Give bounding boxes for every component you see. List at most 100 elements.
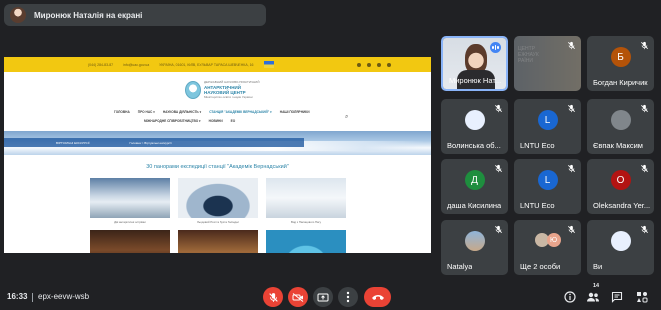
participant-name: Ще 2 особи	[520, 262, 561, 271]
flag-icon	[263, 61, 274, 68]
panorama-image	[90, 230, 170, 253]
participant-tile[interactable]: Ддаша Кисилина	[441, 159, 508, 214]
mic-off-icon	[641, 164, 648, 173]
shared-screen[interactable]: (044) 284-83-87 info@uac.gov.ua УКРАЇНА,…	[4, 57, 431, 253]
divider	[32, 293, 33, 302]
leave-call-button[interactable]	[364, 287, 391, 307]
mic-toggle-button[interactable]	[263, 287, 283, 307]
panorama-thumb	[90, 230, 170, 253]
more-vert-icon	[346, 291, 350, 303]
site-breadcrumb: ВІРТУАЛЬНІ ЕКСКУРСІЇ Головна > Віртуальн…	[4, 138, 304, 147]
panorama-image	[178, 230, 258, 253]
site-search-icon: ⌕	[345, 114, 349, 120]
speaking-indicator-icon	[490, 42, 501, 53]
site-address: УКРАЇНА, 01601, КИЇВ, БУЛЬВАР ТАРАСА ШЕВ…	[159, 62, 254, 67]
participant-tile[interactable]: L LNTU Eco	[514, 99, 581, 154]
mic-off-icon	[641, 104, 648, 113]
participant-name: Волинська об...	[447, 141, 501, 150]
participant-tile[interactable]: Ви	[587, 220, 654, 275]
panorama-thumb: Дві антарктичні острівки	[90, 178, 170, 227]
chat-button[interactable]	[609, 289, 625, 305]
site-nav-item: НАШІ ПОЛЯРНИКИ	[279, 110, 310, 114]
participant-avatar	[610, 110, 631, 130]
meeting-code: epx-eevw-wsb	[38, 292, 90, 301]
participant-name: даша Кисилина	[447, 201, 502, 210]
presenter-bar: Миронюк Наталія на екрані	[4, 4, 266, 26]
participant-name: LNTU Eco	[520, 141, 555, 150]
participant-name: Natalya	[447, 262, 473, 271]
participant-avatar: Ю	[546, 233, 561, 247]
more-options-button[interactable]	[338, 287, 358, 307]
panorama-caption: Льодовий Розі та бухта Галіндес	[196, 220, 240, 224]
panorama-caption: Дві антарктичні острівки	[114, 220, 146, 224]
participant-tile[interactable]: Миронюк Нат...	[441, 36, 508, 91]
mic-off-icon	[641, 225, 648, 234]
participant-name: Ви	[593, 262, 603, 271]
site-nav-item: ПРО НАС ▾	[137, 110, 155, 114]
participant-name: Миронюк Нат...	[449, 76, 502, 85]
site-logo-text: ДЕРЖАВНИЙ НАУКОВО-ПРАКТИЧНИЙ АНТАРКТИЧНИ…	[204, 80, 260, 99]
site-nav-item: ЕО	[230, 119, 236, 123]
mic-off-icon	[495, 164, 502, 173]
mic-off-icon	[641, 41, 648, 50]
hang-up-icon	[371, 295, 384, 300]
mic-off-icon	[495, 104, 502, 113]
panorama-caption: Вид з Палацового Пагу	[290, 220, 322, 224]
participant-avatar: Б	[610, 47, 631, 67]
participant-tile[interactable]: O Oleksandra Yer...	[587, 159, 654, 214]
mic-off-icon	[268, 292, 278, 302]
participant-name: LNTU Eco	[520, 201, 555, 210]
activities-icon	[637, 292, 648, 303]
instagram-icon	[377, 62, 381, 67]
mic-off-icon	[568, 41, 575, 50]
participant-avatar: Д	[464, 170, 485, 190]
mic-off-icon	[568, 225, 575, 234]
participant-avatar: L	[537, 110, 558, 130]
participant-name: Oleksandra Yer...	[593, 201, 651, 210]
organization-logo-icon	[464, 110, 485, 130]
site-email: info@uac.gov.ua	[123, 62, 150, 67]
site-nav-item: МІЖНАРОДНЕ СПІВРОБІТНИЦТВО ▾	[144, 119, 201, 123]
participant-tile[interactable]: Natalya	[441, 220, 508, 275]
info-icon	[564, 291, 576, 303]
panorama-image	[266, 178, 346, 218]
site-nav-item: СТАНЦІЯ "АКАДЕМІК ВЕРНАДСЬКИЙ" ▾	[209, 110, 272, 114]
site-page-heading: 30 панорами експедиції станції "Академік…	[146, 164, 289, 170]
participant-avatar: Ю	[533, 231, 563, 251]
participant-tile[interactable]: Ю Ще 2 особи	[514, 220, 581, 275]
presenter-avatar	[10, 7, 26, 23]
site-nav-item: НОВИНИ	[208, 119, 223, 123]
meeting-details-button[interactable]	[562, 289, 578, 305]
camera-toggle-button[interactable]	[288, 287, 308, 307]
mic-off-icon	[495, 225, 502, 234]
mic-off-icon	[568, 164, 575, 173]
panorama-thumb: Вид з Палацового Пагу	[266, 178, 346, 227]
participant-tile[interactable]: Волинська об...	[441, 99, 508, 154]
site-nav-item: НАУКОВА ДІЯЛЬНІСТЬ ▾	[162, 110, 202, 114]
people-button[interactable]	[585, 289, 601, 305]
activities-button[interactable]	[634, 289, 650, 305]
panorama-thumb	[266, 230, 346, 253]
present-icon	[317, 293, 329, 301]
organization-logo-icon	[610, 231, 631, 251]
social-links	[357, 62, 391, 67]
panorama-thumb	[178, 230, 258, 253]
meet-window: Миронюк Наталія на екрані (044) 284-83-8…	[0, 0, 661, 310]
participant-tile[interactable]: Б Богдан Киричик	[587, 36, 654, 91]
present-screen-button[interactable]	[313, 287, 333, 307]
participant-tile[interactable]: L LNTU Eco	[514, 159, 581, 214]
camera-off-icon	[292, 292, 304, 302]
site-topbar: (044) 284-83-87 info@uac.gov.ua УКРАЇНА,…	[4, 57, 431, 72]
panorama-image	[178, 178, 258, 218]
site-logo: ДЕРЖАВНИЙ НАУКОВО-ПРАКТИЧНИЙ АНТАРКТИЧНИ…	[185, 80, 259, 100]
site-phone: (044) 284-83-87	[88, 62, 114, 67]
people-icon	[587, 292, 599, 302]
participant-avatar	[464, 231, 485, 251]
participant-tile[interactable]: ЦЕНТР ЕЖНАУК РАЇНИ	[514, 36, 581, 91]
participant-tile[interactable]: Євпак Максим	[587, 99, 654, 154]
panorama-image	[90, 178, 170, 218]
chat-icon	[611, 291, 623, 303]
site-nav: ГОЛОВНА ПРО НАС ▾ НАУКОВА ДІЯЛЬНІСТЬ ▾ С…	[114, 110, 310, 114]
participant-avatar: O	[610, 170, 631, 190]
clock: 16:33	[7, 292, 28, 301]
